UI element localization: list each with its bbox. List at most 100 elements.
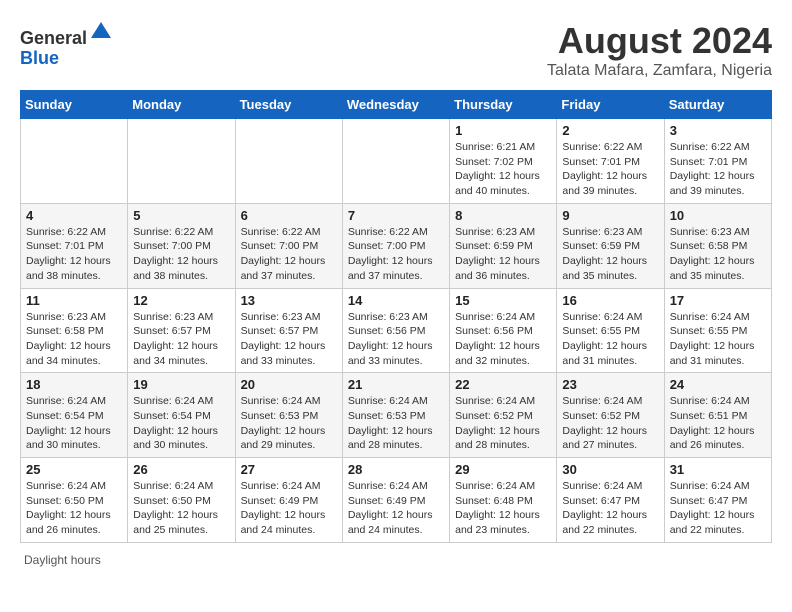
calendar-cell: 27 Sunrise: 6:24 AM Sunset: 6:49 PM Dayli… — [235, 458, 342, 543]
day-number: 29 — [455, 462, 551, 477]
day-number: 12 — [133, 293, 229, 308]
day-number: 18 — [26, 377, 122, 392]
calendar-cell — [235, 119, 342, 204]
calendar-cell: 17 Sunrise: 6:24 AM Sunset: 6:55 PM Dayli… — [664, 288, 771, 373]
day-info: Sunrise: 6:23 AM Sunset: 6:57 PM Dayligh… — [133, 310, 229, 369]
calendar-cell: 12 Sunrise: 6:23 AM Sunset: 6:57 PM Dayli… — [128, 288, 235, 373]
day-number: 8 — [455, 208, 551, 223]
calendar-cell: 2Sunrise: 6:22 AM Sunset: 7:01 PM Daylig… — [557, 119, 664, 204]
day-info: Sunrise: 6:24 AM Sunset: 6:53 PM Dayligh… — [241, 394, 337, 453]
day-number: 31 — [670, 462, 766, 477]
day-info: Sunrise: 6:24 AM Sunset: 6:47 PM Dayligh… — [670, 479, 766, 538]
day-info: Sunrise: 6:24 AM Sunset: 6:55 PM Dayligh… — [562, 310, 658, 369]
calendar-cell: 20 Sunrise: 6:24 AM Sunset: 6:53 PM Dayli… — [235, 373, 342, 458]
calendar-table: SundayMondayTuesdayWednesdayThursdayFrid… — [20, 90, 772, 543]
day-number: 15 — [455, 293, 551, 308]
day-number: 2 — [562, 123, 658, 138]
calendar-week-row: 11Sunrise: 6:23 AM Sunset: 6:58 PM Dayli… — [21, 288, 772, 373]
calendar-week-row: 25 Sunrise: 6:24 AM Sunset: 6:50 PM Dayli… — [21, 458, 772, 543]
calendar-cell: 19Sunrise: 6:24 AM Sunset: 6:54 PM Dayli… — [128, 373, 235, 458]
calendar-cell: 5Sunrise: 6:22 AM Sunset: 7:00 PM Daylig… — [128, 203, 235, 288]
day-number: 14 — [348, 293, 444, 308]
day-number: 20 — [241, 377, 337, 392]
calendar-cell: 4Sunrise: 6:22 AM Sunset: 7:01 PM Daylig… — [21, 203, 128, 288]
weekday-header: Saturday — [664, 91, 771, 119]
day-number: 16 — [562, 293, 658, 308]
day-info: Sunrise: 6:24 AM Sunset: 6:53 PM Dayligh… — [348, 394, 444, 453]
day-number: 22 — [455, 377, 551, 392]
page-header: General Blue August 2024 Talata Mafara, … — [20, 20, 772, 80]
day-number: 5 — [133, 208, 229, 223]
day-info: Sunrise: 6:24 AM Sunset: 6:52 PM Dayligh… — [455, 394, 551, 453]
day-info: Sunrise: 6:24 AM Sunset: 6:49 PM Dayligh… — [348, 479, 444, 538]
weekday-header: Tuesday — [235, 91, 342, 119]
day-info: Sunrise: 6:22 AM Sunset: 7:01 PM Dayligh… — [670, 140, 766, 199]
logo: General Blue — [20, 20, 113, 69]
day-info: Sunrise: 6:23 AM Sunset: 6:58 PM Dayligh… — [670, 225, 766, 284]
calendar-cell: 23Sunrise: 6:24 AM Sunset: 6:52 PM Dayli… — [557, 373, 664, 458]
day-number: 30 — [562, 462, 658, 477]
day-info: Sunrise: 6:24 AM Sunset: 6:54 PM Dayligh… — [133, 394, 229, 453]
day-number: 24 — [670, 377, 766, 392]
calendar-cell: 16 Sunrise: 6:24 AM Sunset: 6:55 PM Dayli… — [557, 288, 664, 373]
day-info: Sunrise: 6:22 AM Sunset: 7:00 PM Dayligh… — [348, 225, 444, 284]
calendar-cell — [342, 119, 449, 204]
weekday-header: Friday — [557, 91, 664, 119]
day-number: 6 — [241, 208, 337, 223]
logo-blue-text: Blue — [20, 48, 59, 68]
calendar-cell: 25Sunrise: 6:24 AM Sunset: 6:50 PM Dayli… — [21, 458, 128, 543]
weekday-header: Wednesday — [342, 91, 449, 119]
day-info: Sunrise: 6:24 AM Sunset: 6:56 PM Dayligh… — [455, 310, 551, 369]
calendar-cell: 13Sunrise: 6:23 AM Sunset: 6:57 PM Dayli… — [235, 288, 342, 373]
calendar-week-row: 18 Sunrise: 6:24 AM Sunset: 6:54 PM Dayli… — [21, 373, 772, 458]
day-number: 21 — [348, 377, 444, 392]
calendar-cell: 24 Sunrise: 6:24 AM Sunset: 6:51 PM Dayli… — [664, 373, 771, 458]
day-number: 28 — [348, 462, 444, 477]
logo-general-text: General — [20, 28, 87, 48]
day-info: Sunrise: 6:24 AM Sunset: 6:47 PM Dayligh… — [562, 479, 658, 538]
day-number: 13 — [241, 293, 337, 308]
day-info: Sunrise: 6:22 AM Sunset: 7:00 PM Dayligh… — [241, 225, 337, 284]
calendar-cell: 7Sunrise: 6:22 AM Sunset: 7:00 PM Daylig… — [342, 203, 449, 288]
calendar-cell: 11Sunrise: 6:23 AM Sunset: 6:58 PM Dayli… — [21, 288, 128, 373]
daylight-label: Daylight hours — [24, 553, 101, 567]
day-number: 10 — [670, 208, 766, 223]
day-info: Sunrise: 6:21 AM Sunset: 7:02 PM Dayligh… — [455, 140, 551, 199]
day-info: Sunrise: 6:24 AM Sunset: 6:50 PM Dayligh… — [133, 479, 229, 538]
calendar-cell: 28 Sunrise: 6:24 AM Sunset: 6:49 PM Dayli… — [342, 458, 449, 543]
day-info: Sunrise: 6:24 AM Sunset: 6:48 PM Dayligh… — [455, 479, 551, 538]
calendar-cell: 6 Sunrise: 6:22 AM Sunset: 7:00 PM Daylig… — [235, 203, 342, 288]
title-block: August 2024 Talata Mafara, Zamfara, Nige… — [547, 20, 772, 80]
day-info: Sunrise: 6:23 AM Sunset: 6:56 PM Dayligh… — [348, 310, 444, 369]
calendar-cell: 14 Sunrise: 6:23 AM Sunset: 6:56 PM Dayli… — [342, 288, 449, 373]
day-info: Sunrise: 6:23 AM Sunset: 6:59 PM Dayligh… — [562, 225, 658, 284]
day-info: Sunrise: 6:24 AM Sunset: 6:49 PM Dayligh… — [241, 479, 337, 538]
day-number: 17 — [670, 293, 766, 308]
calendar-cell — [128, 119, 235, 204]
day-number: 11 — [26, 293, 122, 308]
day-info: Sunrise: 6:24 AM Sunset: 6:55 PM Dayligh… — [670, 310, 766, 369]
calendar-cell: 15 Sunrise: 6:24 AM Sunset: 6:56 PM Dayli… — [450, 288, 557, 373]
calendar-cell: 18Sunrise: 6:24 AM Sunset: 6:54 PM Dayli… — [21, 373, 128, 458]
logo-icon — [89, 20, 113, 44]
calendar-cell: 8Sunrise: 6:23 AM Sunset: 6:59 PM Daylig… — [450, 203, 557, 288]
weekday-header: Sunday — [21, 91, 128, 119]
calendar-cell: 30 Sunrise: 6:24 AM Sunset: 6:47 PM Dayli… — [557, 458, 664, 543]
footer: Daylight hours — [20, 553, 772, 567]
calendar-cell: 26 Sunrise: 6:24 AM Sunset: 6:50 PM Dayli… — [128, 458, 235, 543]
calendar-cell: 31 Sunrise: 6:24 AM Sunset: 6:47 PM Dayli… — [664, 458, 771, 543]
day-number: 27 — [241, 462, 337, 477]
day-info: Sunrise: 6:22 AM Sunset: 7:01 PM Dayligh… — [26, 225, 122, 284]
calendar-cell: 9 Sunrise: 6:23 AM Sunset: 6:59 PM Daylig… — [557, 203, 664, 288]
calendar-cell: 1 Sunrise: 6:21 AM Sunset: 7:02 PM Daylig… — [450, 119, 557, 204]
day-number: 25 — [26, 462, 122, 477]
day-number: 9 — [562, 208, 658, 223]
calendar-cell: 10 Sunrise: 6:23 AM Sunset: 6:58 PM Dayli… — [664, 203, 771, 288]
month-title: August 2024 — [547, 20, 772, 62]
day-number: 26 — [133, 462, 229, 477]
calendar-cell: 21 Sunrise: 6:24 AM Sunset: 6:53 PM Dayli… — [342, 373, 449, 458]
location-subtitle: Talata Mafara, Zamfara, Nigeria — [547, 62, 772, 80]
calendar-week-row: 4Sunrise: 6:22 AM Sunset: 7:01 PM Daylig… — [21, 203, 772, 288]
day-number: 1 — [455, 123, 551, 138]
day-info: Sunrise: 6:24 AM Sunset: 6:51 PM Dayligh… — [670, 394, 766, 453]
